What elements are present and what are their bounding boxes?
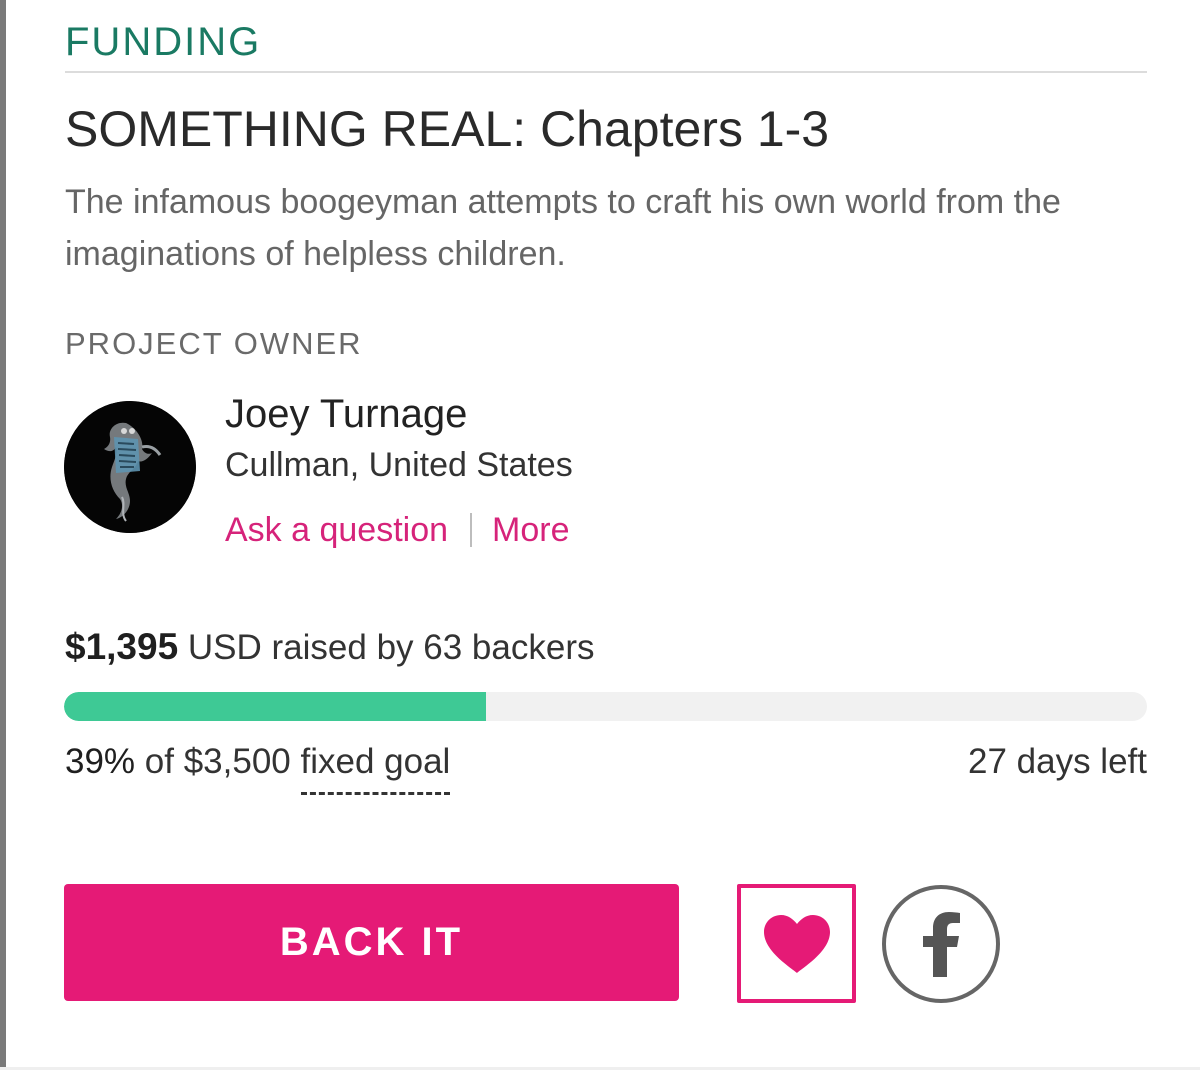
owner-location: Cullman, United States — [225, 446, 573, 484]
link-separator — [470, 513, 473, 547]
progress-bar — [64, 692, 1147, 721]
goal-amount: of $3,500 — [144, 742, 291, 781]
percent-funded: 39% — [65, 742, 136, 781]
owner-name[interactable]: Joey Turnage — [225, 392, 467, 437]
shadowy-creature-avatar-icon — [64, 401, 196, 533]
raised-text: USD raised by 63 backers — [187, 628, 595, 667]
funds-raised: $1,395 USD raised by 63 backers — [65, 626, 594, 668]
project-owner-label: PROJECT OWNER — [65, 326, 363, 361]
more-link[interactable]: More — [492, 511, 569, 549]
campaign-title: SOMETHING REAL: Chapters 1-3 — [65, 101, 830, 157]
divider — [65, 71, 1147, 73]
back-it-button[interactable]: BACK IT — [64, 884, 679, 1001]
ask-question-link[interactable]: Ask a question — [225, 511, 448, 549]
progress-fill — [64, 692, 487, 721]
campaign-status: FUNDING — [65, 20, 262, 64]
campaign-blurb: The infamous boogeyman attempts to craft… — [65, 183, 1061, 273]
goal-type[interactable]: fixed goal — [300, 742, 451, 795]
facebook-share-button[interactable] — [882, 885, 1000, 1003]
funding-goal: 39% of $3,500 fixed goal — [65, 742, 451, 795]
follow-button[interactable] — [737, 884, 856, 1003]
owner-links: Ask a question More — [225, 511, 570, 550]
left-edge-bar — [0, 0, 6, 1070]
raised-amount: $1,395 — [65, 626, 179, 667]
campaign-card: FUNDING SOMETHING REAL: Chapters 1-3 The… — [0, 0, 1200, 1070]
heart-icon — [763, 914, 830, 973]
avatar[interactable] — [64, 401, 196, 533]
facebook-icon — [923, 912, 960, 977]
days-left: 27 days left — [968, 742, 1147, 781]
